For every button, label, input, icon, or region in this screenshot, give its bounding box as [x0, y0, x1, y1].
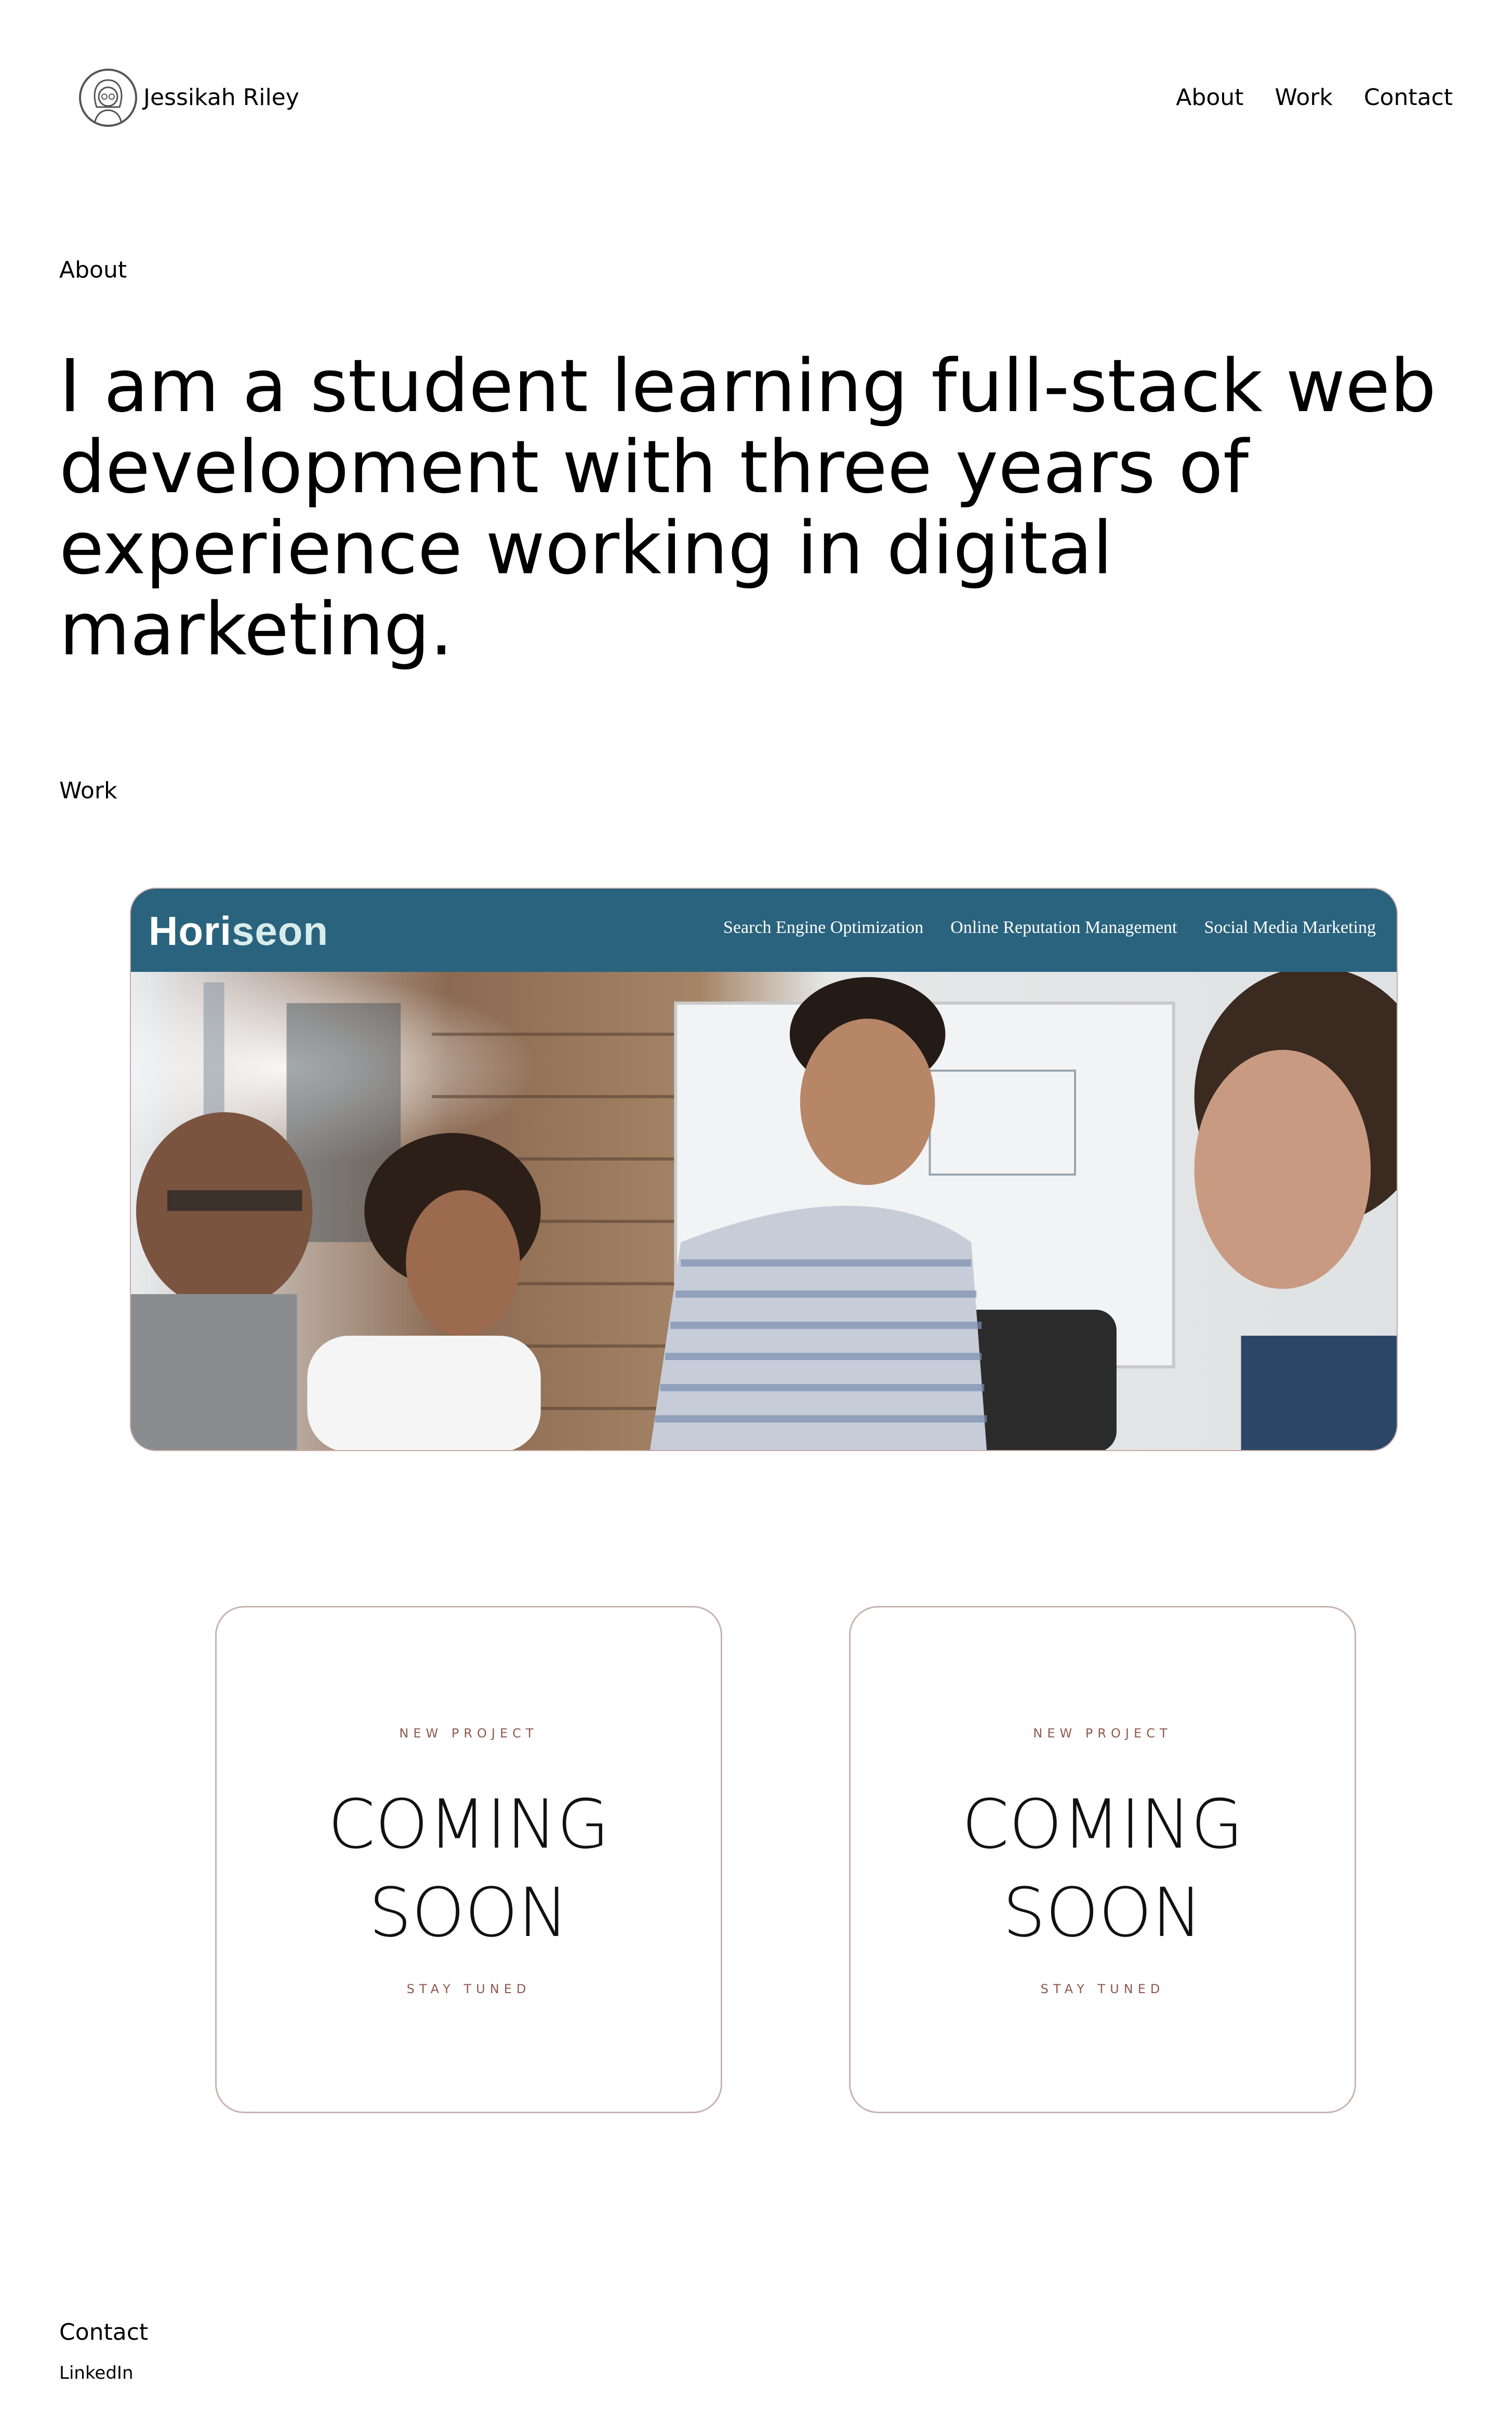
about-heading: About	[59, 257, 127, 283]
card-subtitle: STAY TUNED	[406, 1982, 531, 1996]
nav-contact-link[interactable]: Contact	[1364, 83, 1453, 112]
project-nav: Search Engine Optimization Online Reputa…	[723, 918, 1376, 938]
project-logo: Horiseon	[149, 907, 328, 955]
card-subtitle: STAY TUNED	[1040, 1982, 1165, 1996]
card-kicker: NEW PROJECT	[1033, 1726, 1172, 1741]
site-name[interactable]: Jessikah Riley	[143, 83, 299, 112]
nav-about-link[interactable]: About	[1176, 83, 1243, 112]
avatar-icon[interactable]	[79, 69, 137, 127]
card-title-line1: COMING	[328, 1785, 609, 1864]
contact-heading: Contact	[59, 2319, 149, 2346]
nav-work-link[interactable]: Work	[1275, 83, 1332, 112]
about-text: I am a student learning full-stack web d…	[59, 344, 1437, 672]
project-logo-main: Hori	[149, 908, 232, 954]
featured-project-card[interactable]: Horiseon Search Engine Optimization Onli…	[130, 888, 1398, 1451]
project-header: Horiseon Search Engine Optimization Onli…	[131, 889, 1397, 972]
project-nav-seo: Search Engine Optimization	[723, 918, 924, 937]
work-heading: Work	[59, 778, 117, 804]
project-logo-accent: seon	[232, 908, 329, 954]
project-team-photo	[131, 972, 1397, 1450]
main-nav: About Work Contact	[1176, 83, 1453, 112]
linkedin-link[interactable]: LinkedIn	[59, 2362, 134, 2385]
card-title: COMING SOON	[217, 1780, 721, 1957]
card-title-line1: COMING	[962, 1785, 1243, 1864]
project-card-coming-soon[interactable]: NEW PROJECT COMING SOON STAY TUNED	[849, 1606, 1356, 2113]
site-header: Jessikah Riley About Work Contact	[0, 0, 1512, 197]
card-title-line2: SOON	[1002, 1873, 1203, 1952]
project-nav-orm: Online Reputation Management	[950, 918, 1177, 937]
project-nav-smm: Social Media Marketing	[1204, 918, 1376, 937]
card-title-line2: SOON	[368, 1873, 569, 1952]
card-title: COMING SOON	[851, 1780, 1355, 1957]
card-kicker: NEW PROJECT	[399, 1726, 538, 1741]
project-card-coming-soon[interactable]: NEW PROJECT COMING SOON STAY TUNED	[215, 1606, 722, 2113]
